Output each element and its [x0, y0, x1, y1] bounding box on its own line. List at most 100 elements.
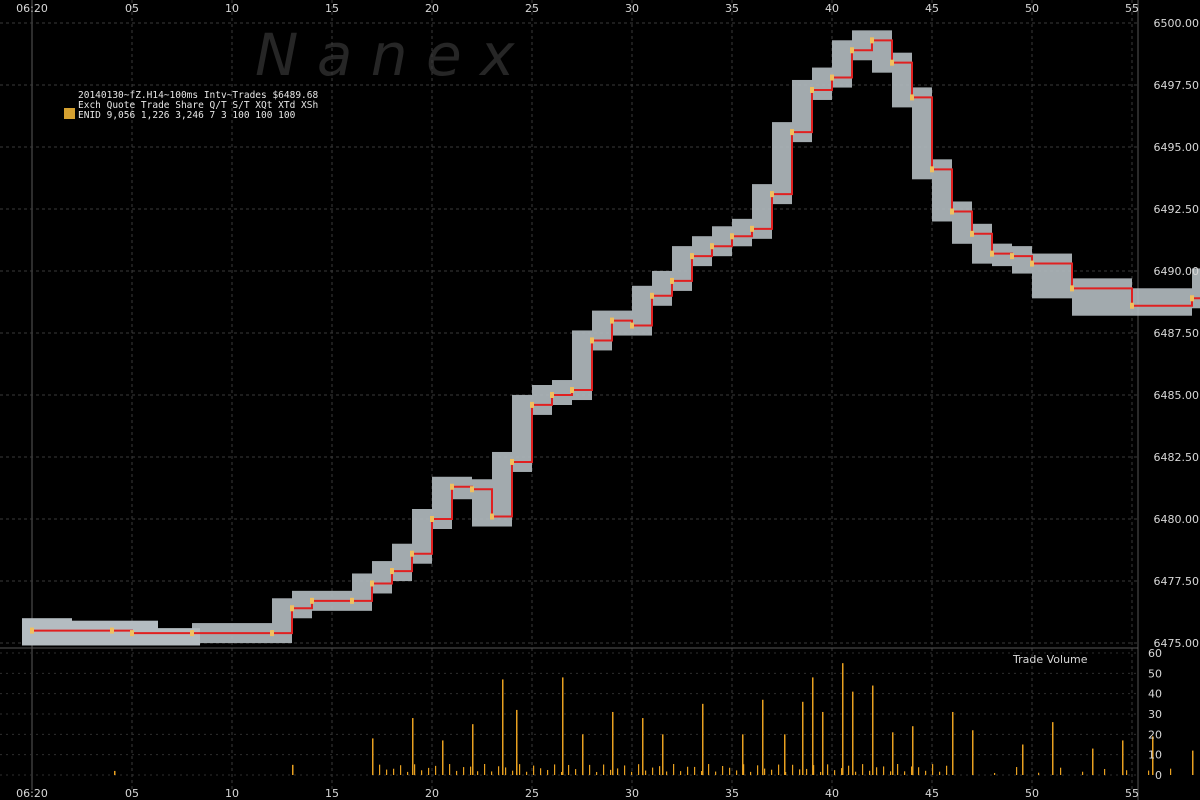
volume-bar: [869, 770, 871, 775]
quote-band: [22, 618, 72, 646]
volume-bar: [715, 771, 717, 775]
y-tick-label: 6500.00: [1154, 17, 1200, 30]
volume-bar: [812, 677, 814, 775]
volume-bar: [662, 734, 664, 775]
volume-bar: [435, 765, 437, 775]
x-tick-label-bottom: 20: [425, 787, 439, 800]
volume-bar: [834, 770, 836, 775]
volume-bar: [994, 772, 996, 775]
volume-bar: [484, 764, 486, 775]
trade-marker: [930, 166, 934, 173]
volume-bar: [827, 764, 829, 775]
volume-bar: [582, 769, 584, 775]
volume-bar: [912, 726, 914, 775]
trade-marker: [770, 191, 774, 198]
volume-bar: [848, 765, 850, 775]
volume-bar: [802, 701, 804, 775]
trade-marker: [830, 74, 834, 81]
volume-tick-label: 40: [1148, 688, 1162, 701]
trade-marker: [30, 627, 34, 634]
trade-marker: [470, 486, 474, 493]
trade-marker: [990, 250, 994, 257]
volume-bar: [498, 766, 500, 775]
quote-band: [472, 479, 492, 527]
volume-bar: [1122, 740, 1124, 775]
volume-bar: [925, 770, 927, 775]
volume-bar: [526, 771, 528, 775]
volume-bar: [638, 764, 640, 775]
volume-bar: [1060, 767, 1062, 775]
volume-bar: [806, 768, 808, 775]
trade-marker: [610, 317, 614, 324]
volume-bar: [491, 771, 493, 775]
y-tick-label: 6497.50: [1154, 79, 1200, 92]
volume-bar: [470, 766, 472, 775]
trade-marker: [650, 292, 654, 299]
volume-bar: [890, 771, 892, 775]
trade-marker: [1070, 285, 1074, 292]
volume-bar: [372, 771, 374, 775]
volume-bar: [659, 766, 661, 775]
volume-bar: [673, 764, 675, 775]
quote-band: [712, 226, 732, 257]
y-tick-label: 6492.50: [1154, 203, 1200, 216]
trade-marker: [310, 597, 314, 604]
trade-marker: [690, 253, 694, 260]
volume-bar: [456, 770, 458, 775]
x-tick-label-top: 45: [925, 2, 939, 15]
volume-bar: [610, 769, 612, 775]
trade-marker: [1190, 295, 1194, 302]
volume-bar: [932, 764, 934, 775]
trade-marker: [910, 94, 914, 101]
volume-bar: [666, 771, 668, 775]
volume-bar: [1148, 770, 1150, 775]
quote-band: [912, 87, 932, 180]
volume-bar: [540, 768, 542, 775]
volume-bar: [386, 769, 388, 775]
volume-bar: [292, 764, 294, 775]
volume-bar: [701, 771, 703, 775]
volume-bar: [722, 766, 724, 775]
volume-tick-label: 10: [1148, 749, 1162, 762]
quote-band: [632, 285, 652, 336]
y-tick-label: 6477.50: [1154, 575, 1200, 588]
volume-bar: [442, 740, 444, 775]
quote-band: [772, 122, 792, 205]
quote-band: [832, 40, 852, 88]
volume-bar: [1092, 748, 1094, 775]
volume-tick-label: 0: [1155, 769, 1162, 782]
volume-bar: [904, 771, 906, 775]
quote-band: [952, 201, 972, 244]
trade-marker: [850, 47, 854, 54]
quote-band: [852, 30, 872, 61]
quote-band: [292, 590, 312, 619]
quote-band: [992, 243, 1012, 267]
y-tick-label: 6480.00: [1154, 513, 1200, 526]
watermark-text: N a n e x: [255, 21, 515, 89]
trade-marker: [790, 129, 794, 136]
trade-marker: [410, 550, 414, 557]
volume-bar: [1126, 770, 1128, 775]
trade-marker: [130, 630, 134, 637]
volume-bar: [841, 768, 843, 775]
volume-bar: [708, 764, 710, 775]
volume-bar: [547, 769, 549, 775]
volume-bar: [449, 764, 451, 775]
volume-bar: [642, 718, 644, 775]
trade-marker: [530, 401, 534, 408]
quote-band: [1132, 288, 1192, 316]
volume-bar: [792, 764, 794, 775]
volume-bar: [897, 764, 899, 775]
quote-band: [1012, 246, 1032, 274]
volume-bar: [533, 765, 535, 775]
quote-band: [892, 52, 912, 108]
volume-bar: [743, 764, 745, 775]
trade-marker: [670, 277, 674, 284]
quote-band: [272, 598, 292, 644]
x-tick-label-top: 25: [525, 2, 539, 15]
quote-band: [492, 451, 512, 527]
volume-bar: [911, 766, 913, 775]
volume-bar: [952, 711, 954, 775]
volume-bar: [393, 768, 395, 775]
quote-band: [352, 573, 372, 611]
